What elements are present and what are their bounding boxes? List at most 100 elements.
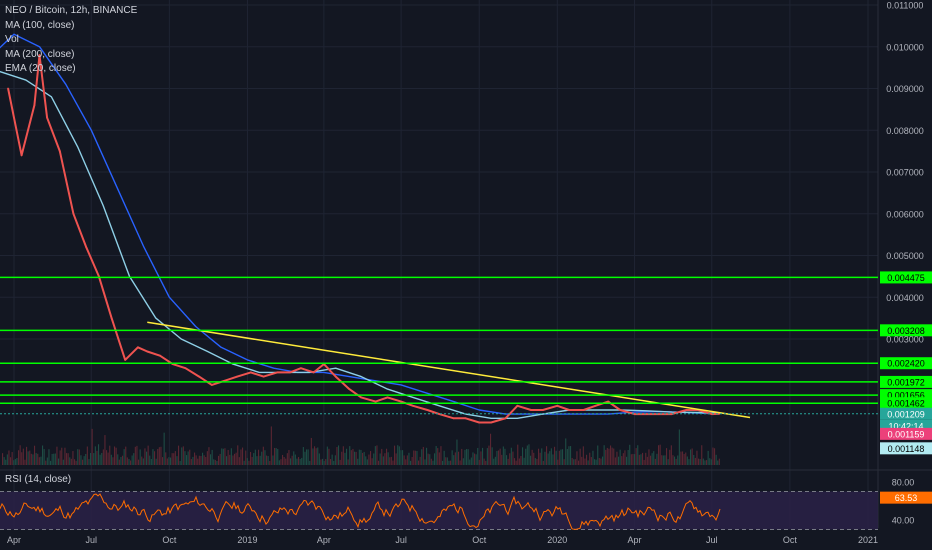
volume-bar <box>293 451 295 465</box>
volume-bar <box>325 459 327 465</box>
volume-bar <box>106 450 108 465</box>
volume-bar <box>696 450 698 465</box>
volume-bar <box>597 445 599 465</box>
volume-bar <box>643 459 645 465</box>
legend-ma200[interactable]: MA (200, close) <box>5 48 137 63</box>
volume-bar <box>554 446 556 465</box>
volume-bar <box>576 451 578 465</box>
volume-bar <box>680 451 682 465</box>
volume-bar <box>112 457 114 465</box>
price-point <box>146 350 149 353</box>
volume-bar <box>131 455 133 465</box>
volume-bar <box>318 453 320 465</box>
volume-bar <box>208 447 210 465</box>
volume-bar <box>510 447 512 465</box>
volume-bar <box>78 449 80 465</box>
volume-bar <box>147 445 149 465</box>
volume-bar <box>158 447 160 465</box>
volume-bar <box>320 459 322 465</box>
volume-bar <box>493 458 495 465</box>
volume-bar <box>166 458 168 465</box>
volume-bar <box>216 460 218 465</box>
volume-bar <box>256 456 258 465</box>
volume-bar <box>134 446 136 465</box>
volume-bar <box>520 455 522 465</box>
volume-bar <box>157 448 159 465</box>
volume-bar <box>288 450 290 465</box>
volume-bar <box>678 429 680 465</box>
price-point <box>236 375 239 378</box>
price-point <box>124 358 127 361</box>
volume-bar <box>632 453 634 465</box>
x-tick-label: Oct <box>162 535 177 545</box>
volume-bar <box>304 451 306 465</box>
volume-bar <box>259 455 261 465</box>
price-point <box>276 371 279 374</box>
volume-bar <box>522 447 524 465</box>
volume-bar <box>413 450 415 465</box>
volume-bar <box>533 452 535 465</box>
volume-bar <box>13 460 15 465</box>
volume-bar <box>568 446 570 465</box>
legend-ema20[interactable]: EMA (20, close) <box>5 62 137 77</box>
volume-bar <box>672 455 674 465</box>
volume-bar <box>661 455 663 465</box>
volume-bar <box>378 460 380 465</box>
x-tick-label: Jul <box>85 535 97 545</box>
volume-bar <box>389 457 391 465</box>
volume-bar <box>410 460 412 465</box>
legend-vol[interactable]: Vol <box>5 33 137 48</box>
volume-bar <box>59 450 61 465</box>
volume-bar <box>606 447 608 465</box>
horizontal-levels[interactable] <box>0 276 878 415</box>
price-point <box>20 154 23 157</box>
volume-bar <box>56 446 58 465</box>
volume-bar <box>278 460 280 465</box>
volume-bar <box>451 450 453 465</box>
volume-bar <box>155 458 157 465</box>
price-point <box>412 404 414 407</box>
volume-bar <box>88 459 90 465</box>
volume-bar <box>296 458 298 465</box>
volume-bar <box>557 459 559 465</box>
price-point <box>607 400 610 403</box>
volume-bar <box>262 446 264 465</box>
volume-bar <box>550 448 552 465</box>
volume-bar <box>362 452 364 465</box>
volume-bar <box>394 445 396 465</box>
volume-bar <box>138 459 140 465</box>
rsi-legend[interactable]: RSI (14, close) <box>5 474 71 485</box>
level-tag-label: 0.002420 <box>887 359 925 369</box>
volume-bar <box>181 447 183 465</box>
volume-bar <box>98 444 100 465</box>
volume-bar <box>251 456 253 465</box>
rsi-last-tag-label: 63.53 <box>895 493 918 503</box>
volume-bar <box>152 449 154 465</box>
volume-bar <box>77 449 79 465</box>
volume-bar <box>531 449 533 465</box>
legend-ma100[interactable]: MA (100, close) <box>5 19 137 34</box>
volume-bar <box>562 449 564 465</box>
volume-bar <box>579 448 581 465</box>
volume-bar <box>366 459 368 465</box>
volume-bar <box>58 458 60 465</box>
volume-bar <box>461 448 463 465</box>
volume-bar <box>555 450 557 465</box>
price-chart[interactable]: 0.0044750.0032080.0024200.0019720.001656… <box>0 0 932 550</box>
price-point <box>386 396 389 399</box>
legend-symbol[interactable]: NEO / Bitcoin, 12h, BINANCE <box>5 4 137 19</box>
volume-bar <box>570 446 572 465</box>
volume-bar <box>710 459 712 465</box>
price-axis[interactable]: 0.0044750.0032080.0024200.0019720.001656… <box>880 1 932 526</box>
volume-bar <box>395 453 397 465</box>
price-point <box>478 421 481 424</box>
volume-bar <box>94 446 96 465</box>
volume-bar <box>445 457 447 465</box>
volume-bar <box>611 447 613 465</box>
price-point <box>490 421 492 424</box>
time-axis[interactable]: Apr Jul Oct 2019 Apr Jul Oct 2020 Apr Jul Oct 2021 <box>7 535 878 545</box>
volume-bar <box>490 433 492 465</box>
volume-bar <box>45 460 47 465</box>
volume-bar <box>120 456 122 465</box>
volume-bar <box>638 454 640 465</box>
